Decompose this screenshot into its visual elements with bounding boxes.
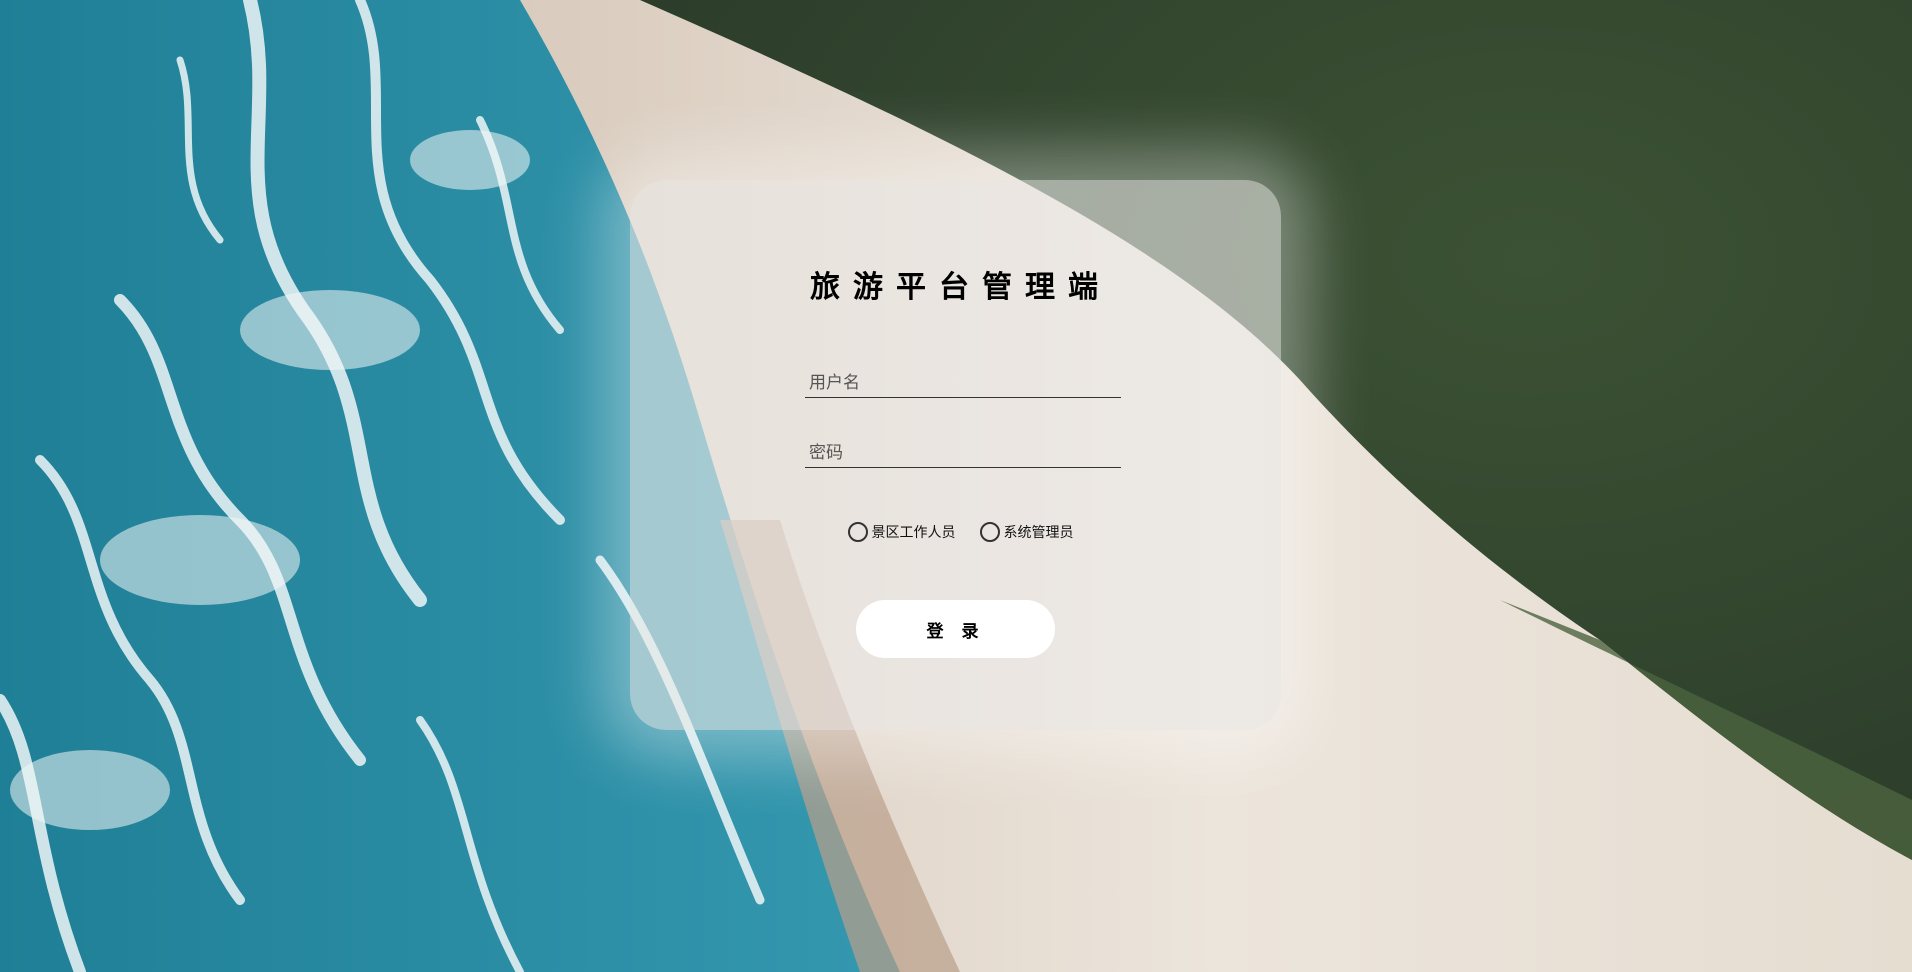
page-title: 旅游平台管理端	[810, 270, 1111, 305]
login-button[interactable]: 登录	[856, 600, 1055, 658]
role-label-admin: 系统管理员	[1003, 525, 1074, 541]
role-option-admin[interactable]: 系统管理员	[979, 522, 1074, 542]
role-label-staff: 景区工作人员	[871, 525, 956, 541]
role-selector: 景区工作人员 系统管理员	[630, 522, 1281, 542]
username-input[interactable]	[805, 368, 1121, 398]
password-input[interactable]	[805, 438, 1121, 468]
role-option-staff[interactable]: 景区工作人员	[847, 522, 956, 542]
radio-admin[interactable]	[979, 522, 1000, 542]
radio-staff[interactable]	[847, 522, 868, 542]
login-card: 旅游平台管理端 景区工作人员 系统管理员 登录	[630, 180, 1281, 730]
